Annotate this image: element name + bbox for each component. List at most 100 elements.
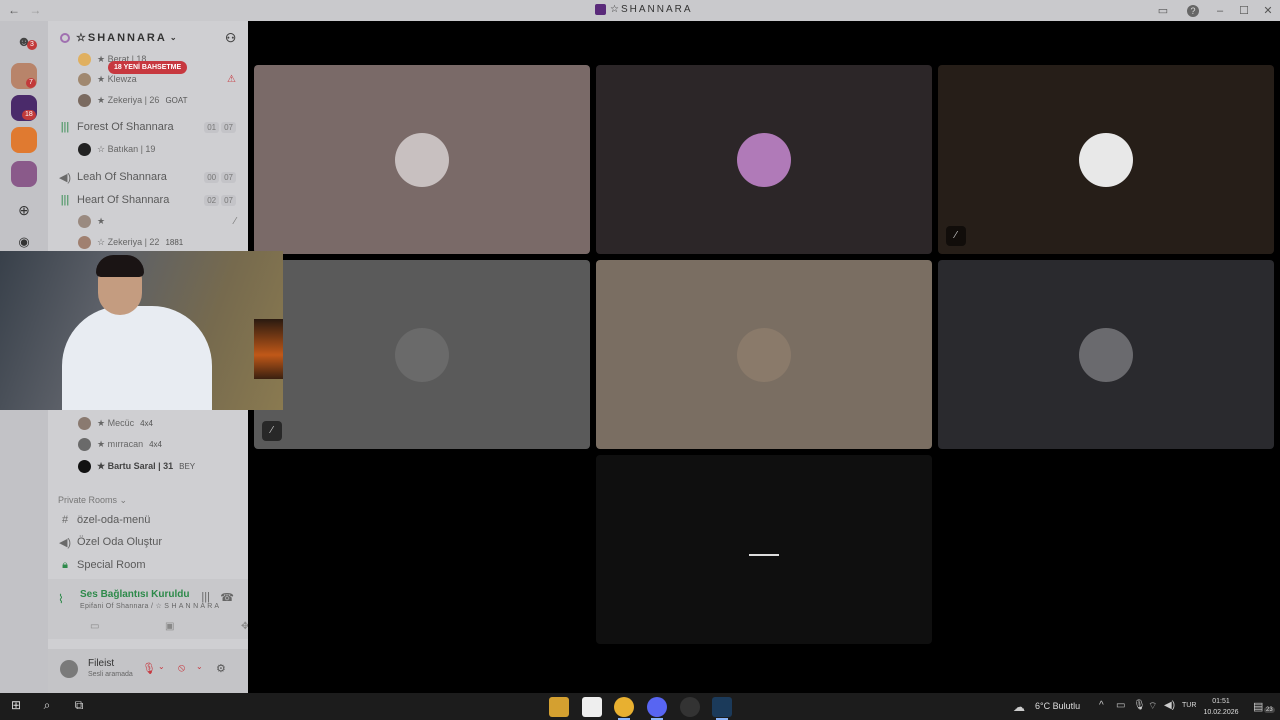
obs-icon[interactable] — [680, 697, 700, 717]
chevron-up-icon[interactable]: ^ — [1099, 700, 1104, 711]
participant-tile[interactable]: ⁄ — [254, 260, 590, 449]
chevron-down-icon: ⌄ — [119, 495, 128, 505]
voice-user[interactable]: ★ Mecüc 4x4 — [48, 413, 248, 433]
voice-location[interactable]: Epifani Of Shannara / ☆ S H A N N A R A — [80, 602, 219, 610]
role-tag: 4x4 — [149, 439, 162, 449]
volume-icon[interactable]: ◀) — [1164, 700, 1175, 711]
mention-pill[interactable]: 18 YENİ BAHSETME — [108, 61, 188, 74]
avatar[interactable] — [60, 660, 78, 678]
lock-icon: 🔒︎ — [62, 558, 68, 571]
help-icon[interactable]: ? — [1178, 4, 1208, 17]
role-tag: 4x4 — [140, 418, 153, 428]
cloud-icon: ☁ — [1013, 700, 1025, 714]
voice-user[interactable]: ★ Zekeriya | 26 GOAT — [48, 90, 248, 110]
chrome-icon[interactable] — [614, 697, 634, 720]
participant-tile[interactable] — [596, 65, 932, 254]
forward-icon[interactable]: → — [29, 3, 41, 17]
chevron-down-icon: ⌄ — [169, 33, 179, 42]
avatar — [78, 52, 91, 66]
server-icon-4[interactable] — [11, 161, 37, 187]
server-badge-1: 7 — [26, 78, 36, 88]
language-indicator[interactable]: TUR — [1182, 702, 1196, 709]
voice-user[interactable]: ★ mırracan 4x4 — [48, 434, 248, 454]
add-server-icon[interactable]: ⊕ — [11, 197, 37, 223]
search-icon[interactable]: ⌕ — [38, 698, 56, 715]
participant-tile[interactable] — [254, 65, 590, 254]
deafened-icon: ⚠ — [227, 73, 236, 85]
window-title: ☆SHANNARA — [595, 4, 693, 15]
participant-avatar — [737, 328, 791, 382]
voice-channel-leah[interactable]: ◀) Leah Of Shannara 00 07 — [48, 166, 248, 188]
microphone-muted-icon[interactable]: 🎙︎ — [142, 662, 156, 675]
dm-badge: 3 — [27, 40, 37, 50]
voice-user[interactable]: ★ Bartu Saral | 31 BEY — [48, 456, 248, 476]
wifi-icon[interactable]: ⌔ — [1148, 700, 1157, 713]
loading-tile[interactable] — [596, 455, 932, 644]
user-panel: Fileist Sesli aramada 🎙︎ ⌄ ⦸ ⌄ ⚙ — [48, 649, 248, 693]
headphones-muted-icon[interactable]: ⦸ — [178, 662, 185, 675]
participant-tile[interactable] — [938, 260, 1274, 449]
camera-icon[interactable]: ▭ — [90, 621, 99, 632]
maximize-button[interactable]: ☐ — [1232, 4, 1256, 17]
participant-tile[interactable]: ⁄ — [938, 65, 1274, 254]
clock[interactable]: 01:51 10.02.2026 — [1203, 696, 1239, 718]
network-icon[interactable]: ▭ — [1116, 700, 1125, 711]
server-icon-3[interactable] — [11, 127, 37, 153]
weather-widget[interactable]: 6°C Bulutlu — [1035, 701, 1080, 711]
mail-icon[interactable] — [582, 697, 602, 717]
voice-channel-heart[interactable]: ||| Heart Of Shannara 02 07 — [48, 189, 248, 211]
steam-icon[interactable] — [712, 697, 732, 720]
minimize-button[interactable]: – — [1208, 5, 1232, 17]
user-name[interactable]: Fileist — [88, 658, 114, 669]
voice-user[interactable]: ★ ⁄ — [48, 211, 248, 231]
voice-connection-panel: ⌇ Ses Bağlantısı Kuruldu Epifani Of Shan… — [48, 579, 249, 639]
loading-indicator — [749, 554, 779, 556]
start-icon[interactable]: ⊞ — [7, 698, 25, 715]
voice-status[interactable]: Ses Bağlantısı Kuruldu — [80, 589, 189, 600]
file-explorer-icon[interactable] — [549, 697, 569, 717]
participant-avatar — [395, 133, 449, 187]
voice-channel-ozel-oda-olustur[interactable]: ◀) Özel Oda Oluştur — [48, 531, 248, 553]
muted-mic-icon: ⁄ — [262, 421, 282, 441]
chevron-down-icon[interactable]: ⌄ — [158, 662, 165, 671]
server-badge-2: 18 — [22, 110, 36, 120]
notifications-icon[interactable]: ▤ — [1253, 700, 1263, 713]
participant-avatar — [737, 133, 791, 187]
avatar — [78, 235, 91, 249]
chevron-down-icon[interactable]: ⌄ — [196, 662, 203, 671]
disconnect-icon[interactable]: ☎ — [220, 591, 234, 604]
speaker-icon: ◀) — [58, 171, 72, 184]
avatar — [78, 214, 91, 228]
invite-icon[interactable]: ⚇ — [225, 31, 238, 45]
avatar — [78, 437, 91, 451]
voice-user[interactable]: ☆ Batıkan | 19 — [48, 139, 248, 159]
screen-share-icon[interactable]: ▣ — [165, 621, 174, 632]
video-grid: ⁄ ⁄ — [248, 21, 1280, 693]
voice-channel-forest[interactable]: ||| Forest Of Shannara 01 07 — [48, 116, 248, 138]
user-count: 02 07 — [204, 194, 236, 206]
user-count: 01 07 — [204, 121, 236, 133]
avatar — [78, 416, 91, 430]
voice-live-icon: ||| — [60, 194, 70, 206]
voice-live-icon: ||| — [60, 121, 70, 133]
back-icon[interactable]: ← — [8, 3, 20, 17]
noise-suppression-icon[interactable]: ||| — [201, 591, 210, 603]
participant-tile[interactable] — [596, 260, 932, 449]
inbox-icon[interactable]: ▭ — [1148, 4, 1178, 17]
windows-taskbar: ⊞ ⌕ ⧉ ☁ 6°C Bulutlu ^ ▭ 🎙︎ ⌔ ◀) TUR 01:5… — [0, 693, 1280, 720]
window-controls: ▭ ? – ☐ ✕ — [1148, 0, 1280, 21]
voice-channel-special-room[interactable]: 🔒︎ Special Room — [48, 554, 248, 576]
nav-buttons: ← → — [8, 3, 47, 17]
voice-user[interactable]: ☆ Zekeriya | 22 1881 — [48, 232, 248, 252]
speaker-icon: ◀) — [58, 536, 72, 549]
task-view-icon[interactable]: ⧉ — [70, 698, 88, 715]
microphone-icon[interactable]: 🎙︎ — [1133, 700, 1146, 711]
close-button[interactable]: ✕ — [1256, 4, 1280, 17]
server-boost-icon — [60, 32, 70, 43]
avatar — [78, 93, 91, 107]
muted-icon: ⁄ — [234, 215, 236, 227]
discord-icon[interactable] — [647, 697, 667, 720]
text-channel-ozel-oda-menu[interactable]: # özel-oda-menü — [48, 509, 248, 531]
settings-gear-icon[interactable]: ⚙ — [216, 662, 226, 675]
category-private-rooms[interactable]: Private Rooms ⌄ — [58, 495, 127, 506]
